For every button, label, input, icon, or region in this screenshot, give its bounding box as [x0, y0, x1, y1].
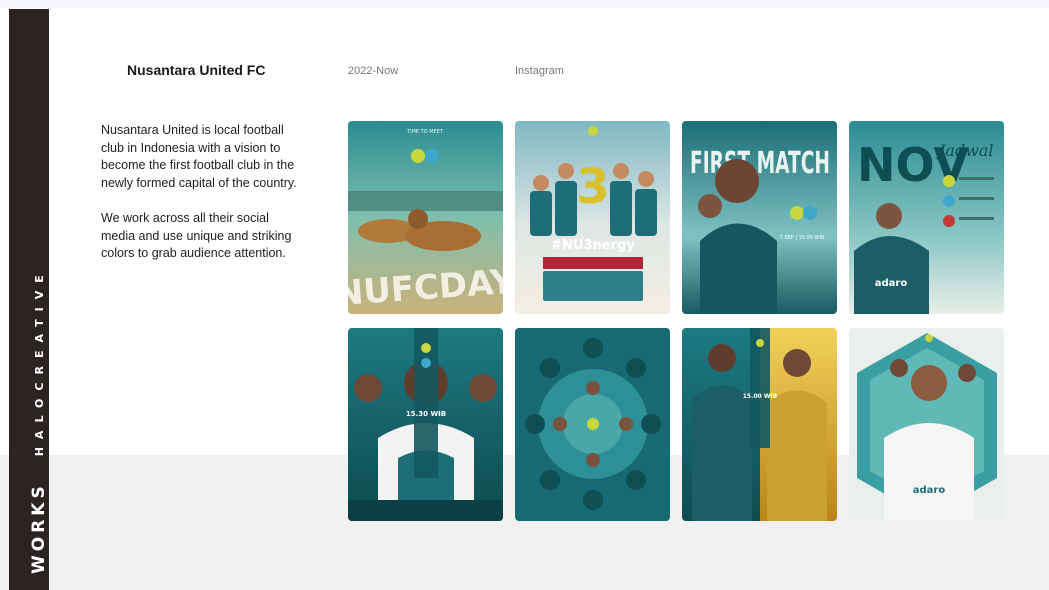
nufcday-artwork: TIME TO MEET NUFCDAY: [348, 121, 503, 314]
sidebar-works-label: WORKS: [29, 482, 49, 574]
svg-text:adaro: adaro: [913, 485, 946, 496]
project-period: 2022-Now: [348, 65, 399, 77]
matchday-1530-caption: 15.30 WIB: [406, 410, 446, 418]
sidebar-brand-label: WORKS HALOCREATIVE: [29, 267, 49, 574]
nu3nergy-caption: #NU3nergy: [551, 238, 635, 253]
svg-text:adaro: adaro: [875, 278, 908, 289]
description-paragraph-1: Nusantara United is local football club …: [101, 123, 297, 190]
first-match-detail: 7 SEP | 15.00 WIB: [780, 235, 825, 241]
gallery-tile-matchday-1530[interactable]: 15.30 WIB: [348, 328, 503, 521]
top-band: [0, 0, 1049, 8]
gallery-tile-nu3nergy[interactable]: 3 #NU3nergy: [515, 121, 670, 314]
jadwal-nov-artwork: NOV Jadwal adaro: [849, 121, 1004, 314]
project-description: Nusantara United is local football club …: [101, 122, 301, 280]
matchday-1500-artwork: 15.00 WIB: [682, 328, 837, 521]
gallery-tile-first-match[interactable]: FIRST MATCH 7 SEP | 15.00 WIB: [682, 121, 837, 314]
nu3nergy-artwork: 3 #NU3nergy: [515, 121, 670, 314]
kaleidoscope-artwork: [515, 328, 670, 521]
gallery-tile-matchday-1500[interactable]: 15.00 WIB: [682, 328, 837, 521]
matchday-1500-caption: 15.00 WIB: [743, 393, 778, 400]
first-match-artwork: FIRST MATCH 7 SEP | 15.00 WIB: [682, 121, 837, 314]
gallery-tile-kaleidoscope[interactable]: [515, 328, 670, 521]
hush-artwork: adaro: [849, 328, 1004, 521]
sidebar-halocreative-label: HALOCREATIVE: [32, 267, 46, 457]
gallery-tile-jadwal-nov[interactable]: NOV Jadwal adaro: [849, 121, 1004, 314]
jadwal-subtitle: Jadwal: [936, 141, 994, 160]
gallery-grid: TIME TO MEET NUFCDAY 3 #NU3nergy FIRST M…: [348, 121, 1005, 521]
description-paragraph-2: We work across all their social media an…: [101, 210, 292, 261]
nu3nergy-badge: 3: [576, 159, 609, 215]
gallery-tile-nufcday[interactable]: TIME TO MEET NUFCDAY: [348, 121, 503, 314]
matchday-1530-artwork: 15.30 WIB: [348, 328, 503, 521]
gallery-tile-hush[interactable]: adaro: [849, 328, 1004, 521]
first-match-caption: FIRST MATCH: [690, 146, 830, 181]
client-name: Nusantara United FC: [127, 62, 266, 78]
project-platform: Instagram: [515, 65, 564, 77]
nufcday-tagline: TIME TO MEET: [406, 129, 444, 135]
